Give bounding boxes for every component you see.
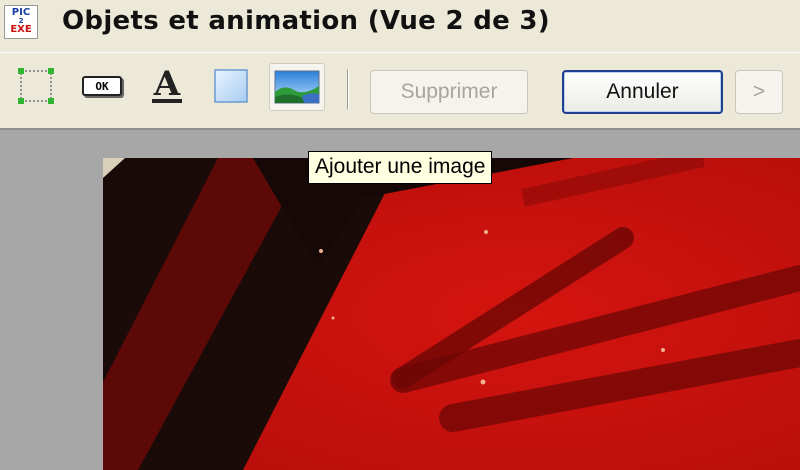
logo-text-bottom: EXE — [10, 24, 32, 35]
blue-rectangle-icon — [214, 69, 248, 103]
toolbar: OK A Supprimer Annuler > — [0, 52, 800, 130]
button-ok-icon: OK — [82, 76, 122, 96]
add-button-tool[interactable]: OK — [81, 65, 123, 107]
photo-object[interactable] — [103, 158, 800, 470]
add-image-tool[interactable] — [269, 63, 325, 111]
landscape-image-icon — [274, 70, 320, 104]
app-logo-icon: PIC 2 EXE — [4, 5, 38, 39]
title-bar: PIC 2 EXE Objets et animation (Vue 2 de … — [0, 0, 800, 52]
delete-button[interactable]: Supprimer — [370, 70, 528, 114]
graffiti-photo-image — [103, 158, 800, 470]
toolbar-separator — [347, 69, 349, 109]
next-button[interactable]: > — [735, 70, 783, 114]
select-rectangle-tool[interactable] — [15, 65, 57, 107]
cancel-button[interactable]: Annuler — [562, 70, 723, 114]
add-rectangle-tool[interactable] — [210, 65, 252, 107]
text-a-icon: A — [151, 64, 183, 104]
add-text-tool[interactable]: A — [146, 65, 188, 107]
dashed-rectangle-icon — [18, 68, 54, 104]
tooltip: Ajouter une image — [308, 151, 493, 184]
window-title: Objets et animation (Vue 2 de 3) — [62, 6, 550, 36]
ok-icon-label: OK — [95, 79, 109, 93]
